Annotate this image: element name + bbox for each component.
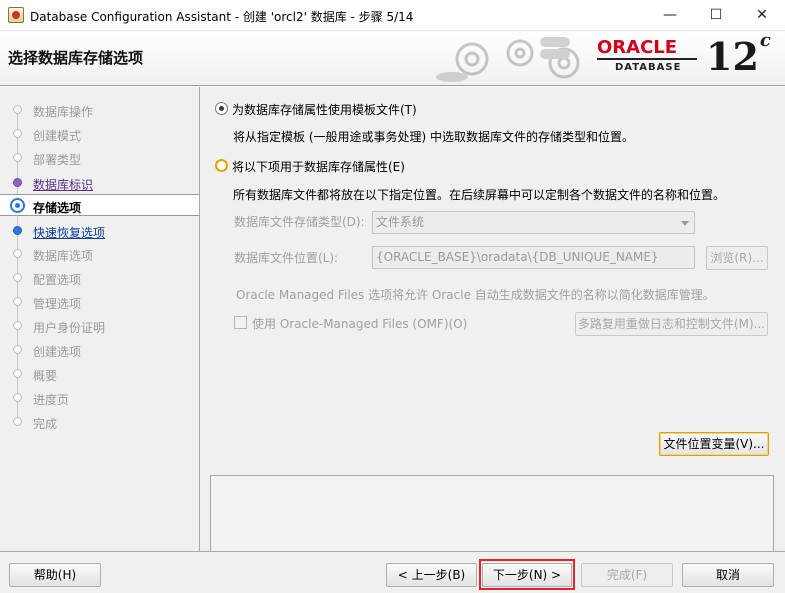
step-finish: 完成 bbox=[0, 411, 199, 433]
step-label: 概要 bbox=[33, 369, 58, 383]
file-location-label: 数据库文件位置(L): bbox=[234, 251, 339, 265]
storage-type-value: 文件系统 bbox=[376, 215, 425, 229]
step-dot-icon bbox=[13, 249, 22, 258]
step-label: 完成 bbox=[33, 417, 58, 431]
step-dot-icon bbox=[13, 393, 22, 402]
step-dot-icon bbox=[13, 105, 22, 114]
step-creation-options: 创建选项 bbox=[0, 339, 199, 361]
app-icon bbox=[8, 7, 24, 23]
custom-storage-radio[interactable] bbox=[215, 159, 228, 172]
help-button[interactable]: 帮助(H) bbox=[9, 563, 101, 587]
step-dot-icon bbox=[13, 273, 22, 282]
step-database-options: 数据库选项 bbox=[0, 243, 199, 265]
step-dot-icon bbox=[13, 297, 22, 306]
footer-separator bbox=[0, 551, 785, 552]
back-button[interactable]: < 上一步(B) bbox=[386, 563, 477, 587]
multiplex-redo-button[interactable]: 多路复用重做日志和控制文件(M)... bbox=[575, 312, 768, 336]
template-storage-description: 将从指定模板 (一般用途或事务处理) 中选取数据库文件的存储类型和位置。 bbox=[233, 130, 634, 144]
minimize-button[interactable]: — bbox=[647, 0, 693, 31]
window-title: Database Configuration Assistant - 创建 'o… bbox=[30, 10, 414, 24]
step-dot-icon bbox=[13, 226, 22, 235]
step-configuration-options: 配置选项 bbox=[0, 267, 199, 289]
finish-button[interactable]: 完成(F) bbox=[581, 563, 673, 587]
version-suffix: c bbox=[759, 30, 771, 52]
page-title: 选择数据库存储选项 bbox=[8, 49, 144, 67]
template-storage-radio[interactable] bbox=[215, 102, 228, 115]
template-storage-label[interactable]: 为数据库存储属性使用模板文件(T) bbox=[232, 101, 417, 118]
logo-rule bbox=[597, 58, 697, 60]
step-label: 部署类型 bbox=[33, 153, 82, 167]
browse-button[interactable]: 浏览(R)... bbox=[706, 246, 768, 270]
step-label: 创建选项 bbox=[33, 345, 82, 359]
step-dot-icon bbox=[13, 129, 22, 138]
step-label: 快速恢复选项 bbox=[33, 226, 106, 240]
step-creation-mode: 创建模式 bbox=[0, 123, 199, 145]
step-dot-icon bbox=[13, 153, 22, 162]
cancel-button[interactable]: 取消 bbox=[682, 563, 774, 587]
chevron-down-icon bbox=[681, 221, 689, 226]
step-storage-option[interactable]: 存储选项 bbox=[0, 194, 199, 216]
step-database-operation: 数据库操作 bbox=[0, 99, 199, 121]
step-dot-icon bbox=[13, 417, 22, 426]
next-button-highlight bbox=[479, 559, 575, 590]
step-label: 创建模式 bbox=[33, 129, 82, 143]
file-location-input[interactable]: {ORACLE_BASE}\oradata\{DB_UNIQUE_NAME} bbox=[372, 246, 695, 269]
storage-type-select[interactable]: 文件系统 bbox=[372, 211, 695, 234]
step-label: 数据库操作 bbox=[33, 105, 94, 119]
step-label: 存储选项 bbox=[33, 201, 82, 215]
step-progress: 进度页 bbox=[0, 387, 199, 409]
close-button[interactable]: ✕ bbox=[739, 0, 785, 31]
step-dot-icon bbox=[13, 369, 22, 378]
step-label: 用户身份证明 bbox=[33, 321, 106, 335]
step-summary: 概要 bbox=[0, 363, 199, 385]
title-bar: Database Configuration Assistant - 创建 'o… bbox=[0, 0, 785, 31]
step-user-credentials: 用户身份证明 bbox=[0, 315, 199, 337]
step-label: 配置选项 bbox=[33, 273, 82, 287]
step-dot-icon bbox=[13, 345, 22, 354]
storage-type-label: 数据库文件存储类型(D): bbox=[234, 215, 365, 229]
version-number: 12 bbox=[706, 34, 759, 79]
step-dot-icon bbox=[13, 321, 22, 330]
custom-storage-label[interactable]: 将以下项用于数据库存储属性(E) bbox=[232, 158, 405, 175]
custom-storage-description: 所有数据库文件都将放在以下指定位置。在后续屏幕中可以定制各个数据文件的名称和位置… bbox=[233, 188, 726, 202]
step-fast-recovery-option[interactable]: 快速恢复选项 bbox=[0, 220, 199, 242]
step-management-options: 管理选项 bbox=[0, 291, 199, 313]
oracle-database-label: DATABASE bbox=[615, 62, 682, 73]
omf-checkbox[interactable] bbox=[234, 316, 247, 329]
step-database-identification[interactable]: 数据库标识 bbox=[0, 172, 199, 194]
current-step-icon bbox=[10, 198, 25, 213]
header-banner: 选择数据库存储选项 ORACLE DATABASE 12c bbox=[0, 30, 785, 86]
step-label: 数据库选项 bbox=[33, 249, 94, 263]
maximize-button[interactable]: ☐ bbox=[693, 0, 739, 31]
step-deployment-type: 部署类型 bbox=[0, 147, 199, 169]
step-label: 数据库标识 bbox=[33, 178, 94, 192]
step-label: 进度页 bbox=[33, 393, 70, 407]
gears-graphic-icon bbox=[436, 37, 580, 82]
step-label: 管理选项 bbox=[33, 297, 82, 311]
file-location-variables-button[interactable]: 文件位置变量(V)... bbox=[659, 432, 769, 456]
oracle-wordmark: ORACLE bbox=[597, 37, 678, 58]
oracle-logo: ORACLE DATABASE bbox=[597, 37, 701, 79]
version-badge: 12c bbox=[706, 30, 771, 79]
omf-checkbox-label[interactable]: 使用 Oracle-Managed Files (OMF)(O) bbox=[252, 315, 467, 332]
step-dot-icon bbox=[13, 178, 22, 187]
omf-note: Oracle Managed Files 选项将允许 Oracle 自动生成数据… bbox=[236, 288, 715, 302]
message-area bbox=[210, 475, 774, 552]
